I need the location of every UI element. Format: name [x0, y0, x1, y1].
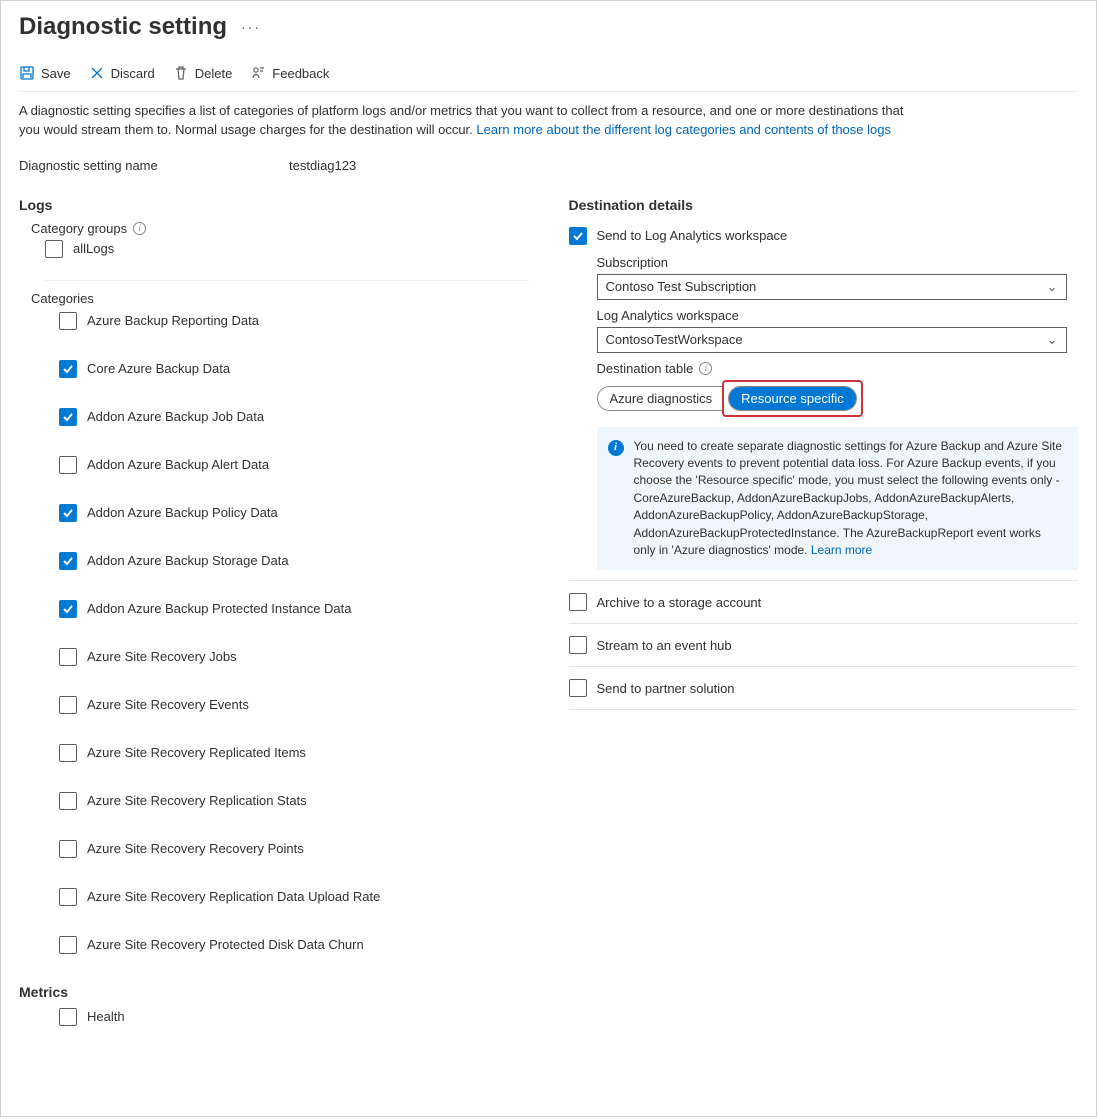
log-category-3-label: Addon Azure Backup Alert Data: [87, 457, 269, 472]
toolbar: Save Discard Delete Feedback: [19, 59, 1078, 92]
log-group-0-checkbox[interactable]: [45, 240, 63, 258]
delete-button[interactable]: Delete: [173, 65, 233, 81]
send-log-analytics-checkbox[interactable]: [569, 227, 587, 245]
chevron-down-icon: ⌄: [1047, 279, 1058, 295]
log-category-6-checkbox[interactable]: [59, 600, 77, 618]
subscription-label: Subscription: [597, 255, 1079, 270]
feedback-label: Feedback: [272, 66, 329, 81]
setting-name-value[interactable]: testdiag123: [289, 158, 356, 173]
log-category-2-checkbox[interactable]: [59, 408, 77, 426]
stream-eventhub-label: Stream to an event hub: [597, 638, 732, 653]
page-title: Diagnostic setting: [19, 13, 227, 41]
log-category-2-label: Addon Azure Backup Job Data: [87, 409, 264, 424]
send-log-analytics-label: Send to Log Analytics workspace: [597, 228, 788, 243]
log-category-10-label: Azure Site Recovery Replication Stats: [87, 793, 307, 808]
logs-section-title: Logs: [19, 197, 529, 213]
log-category-12-label: Azure Site Recovery Replication Data Upl…: [87, 889, 380, 904]
partner-solution-label: Send to partner solution: [597, 681, 735, 696]
save-button[interactable]: Save: [19, 65, 71, 81]
log-category-3-checkbox[interactable]: [59, 456, 77, 474]
metric-0-checkbox[interactable]: [59, 1008, 77, 1026]
categories-label: Categories: [31, 291, 529, 306]
log-category-0-label: Azure Backup Reporting Data: [87, 313, 259, 328]
category-groups-label: Category groups: [31, 221, 127, 236]
more-menu-icon[interactable]: ···: [241, 19, 261, 35]
destination-section-title: Destination details: [569, 197, 1079, 213]
discard-label: Discard: [111, 66, 155, 81]
azure-diagnostics-toggle[interactable]: Azure diagnostics: [598, 387, 725, 410]
log-category-9-label: Azure Site Recovery Replicated Items: [87, 745, 306, 760]
partner-solution-checkbox[interactable]: [569, 679, 587, 697]
log-category-11-checkbox[interactable]: [59, 840, 77, 858]
metric-0-label: Health: [87, 1009, 125, 1024]
log-category-4-checkbox[interactable]: [59, 504, 77, 522]
log-category-8-checkbox[interactable]: [59, 696, 77, 714]
log-category-0-checkbox[interactable]: [59, 312, 77, 330]
log-group-0-label: allLogs: [73, 241, 114, 256]
resource-specific-toggle[interactable]: Resource specific: [729, 387, 856, 410]
log-category-1-label: Core Azure Backup Data: [87, 361, 230, 376]
stream-eventhub-checkbox[interactable]: [569, 636, 587, 654]
log-category-4-label: Addon Azure Backup Policy Data: [87, 505, 278, 520]
log-category-7-label: Azure Site Recovery Jobs: [87, 649, 237, 664]
info-learn-more-link[interactable]: Learn more: [811, 543, 872, 557]
info-icon[interactable]: i: [699, 362, 712, 375]
save-icon: [19, 65, 35, 81]
highlight-box: Resource specific: [722, 380, 863, 417]
log-category-5-label: Addon Azure Backup Storage Data: [87, 553, 289, 568]
log-category-9-checkbox[interactable]: [59, 744, 77, 762]
setting-name-label: Diagnostic setting name: [19, 158, 289, 173]
feedback-button[interactable]: Feedback: [250, 65, 329, 81]
save-label: Save: [41, 66, 71, 81]
description: A diagnostic setting specifies a list of…: [19, 102, 919, 140]
subscription-value: Contoso Test Subscription: [606, 279, 757, 294]
chevron-down-icon: ⌄: [1047, 332, 1058, 348]
archive-storage-checkbox[interactable]: [569, 593, 587, 611]
subscription-select[interactable]: Contoso Test Subscription ⌄: [597, 274, 1067, 300]
archive-storage-label: Archive to a storage account: [597, 595, 762, 610]
learn-more-link[interactable]: Learn more about the different log categ…: [476, 122, 891, 137]
log-category-8-label: Azure Site Recovery Events: [87, 697, 249, 712]
log-category-12-checkbox[interactable]: [59, 888, 77, 906]
log-category-6-label: Addon Azure Backup Protected Instance Da…: [87, 601, 352, 616]
info-icon[interactable]: i: [133, 222, 146, 235]
delete-label: Delete: [195, 66, 233, 81]
workspace-label: Log Analytics workspace: [597, 308, 1079, 323]
destination-table-label: Destination table: [597, 361, 694, 376]
metrics-section-title: Metrics: [19, 984, 529, 1000]
feedback-icon: [250, 65, 266, 81]
discard-button[interactable]: Discard: [89, 65, 155, 81]
log-category-5-checkbox[interactable]: [59, 552, 77, 570]
info-panel: i You need to create separate diagnostic…: [597, 427, 1079, 571]
log-category-13-label: Azure Site Recovery Protected Disk Data …: [87, 937, 364, 952]
trash-icon: [173, 65, 189, 81]
log-category-1-checkbox[interactable]: [59, 360, 77, 378]
info-badge-icon: i: [608, 440, 624, 456]
workspace-select[interactable]: ContosoTestWorkspace ⌄: [597, 327, 1067, 353]
info-panel-text: You need to create separate diagnostic s…: [634, 439, 1063, 557]
log-category-7-checkbox[interactable]: [59, 648, 77, 666]
close-icon: [89, 65, 105, 81]
workspace-value: ContosoTestWorkspace: [606, 332, 743, 347]
log-category-11-label: Azure Site Recovery Recovery Points: [87, 841, 304, 856]
log-category-10-checkbox[interactable]: [59, 792, 77, 810]
log-category-13-checkbox[interactable]: [59, 936, 77, 954]
